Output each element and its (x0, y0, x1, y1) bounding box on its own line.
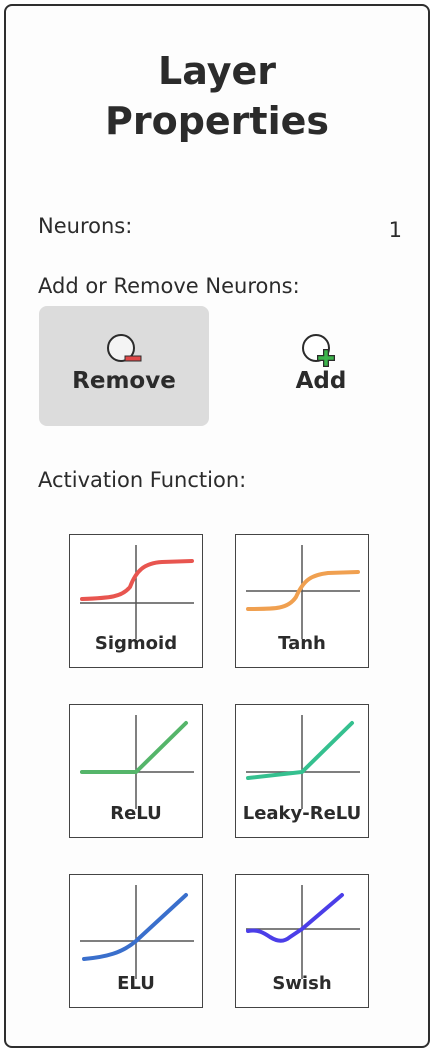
panel-title-line1: Layer (158, 49, 276, 93)
layer-properties-panel: Layer Properties Neurons: 1 Add or Remov… (4, 4, 430, 1048)
activation-relu-button[interactable]: ReLU (69, 704, 203, 838)
activation-swish-label: Swish (272, 973, 332, 994)
activation-elu-button[interactable]: ELU (69, 874, 203, 1008)
remove-neuron-icon (107, 334, 142, 362)
activation-swish-button[interactable]: Swish (235, 874, 369, 1008)
activation-sigmoid-button[interactable]: Sigmoid (69, 534, 203, 668)
activation-tanh-label: Tanh (278, 633, 326, 654)
add-neuron-button[interactable]: Add (236, 306, 406, 426)
activation-leaky-relu-button[interactable]: Leaky-ReLU (235, 704, 369, 838)
activation-relu-label: ReLU (110, 803, 162, 824)
remove-neuron-button[interactable]: Remove (39, 306, 209, 426)
remove-button-label: Remove (72, 368, 176, 394)
activation-tanh-button[interactable]: Tanh (235, 534, 369, 668)
add-remove-label: Add or Remove Neurons: (38, 274, 300, 298)
panel-title-line2: Properties (105, 99, 329, 143)
neurons-count: 1 (388, 218, 402, 242)
panel-title: Layer Properties (6, 46, 428, 146)
activation-sigmoid-label: Sigmoid (94, 633, 178, 654)
activation-elu-label: ELU (117, 973, 155, 994)
add-neuron-icon (302, 334, 335, 367)
activation-function-label: Activation Function: (38, 468, 247, 492)
activation-leaky-relu-label: Leaky-ReLU (242, 803, 362, 824)
neurons-label: Neurons: (38, 214, 133, 238)
add-button-label: Add (295, 368, 347, 394)
